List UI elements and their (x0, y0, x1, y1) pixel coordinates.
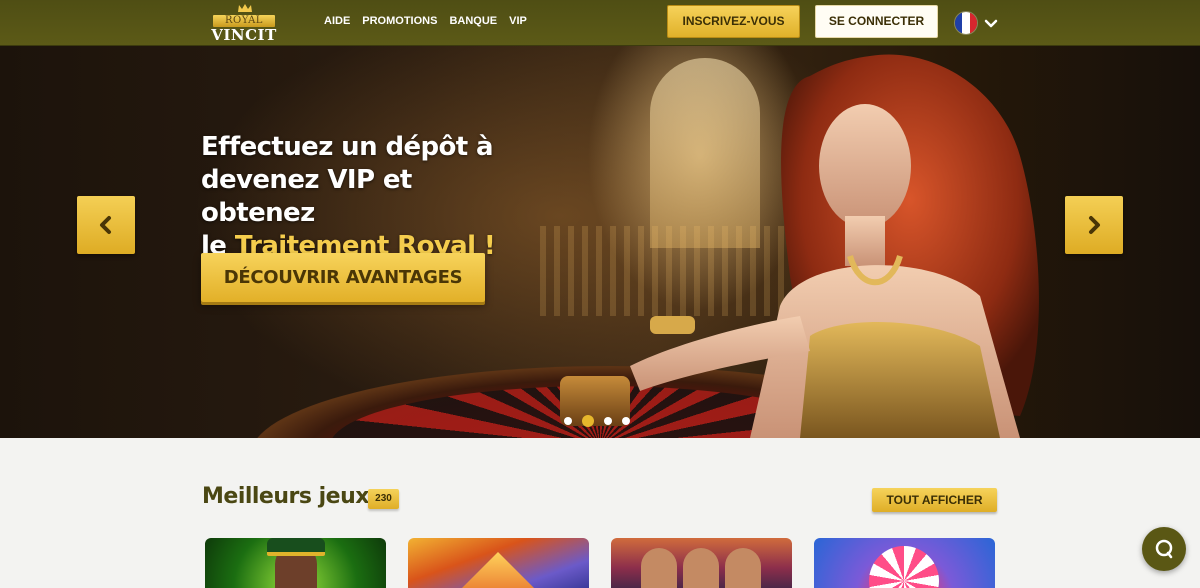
games-count-badge: 230 (368, 489, 399, 509)
game-thumbnail-volcano (438, 552, 558, 588)
carousel-dot[interactable] (582, 415, 594, 427)
game-card[interactable] (611, 538, 792, 588)
hero-headline-line-1: Effectuez un dépôt à (201, 132, 494, 162)
carousel-dot[interactable] (564, 417, 572, 425)
section-title: Meilleurs jeux (202, 484, 369, 509)
game-thumbnail-characters (641, 548, 761, 588)
show-all-button[interactable]: TOUT AFFICHER (872, 488, 997, 512)
login-button[interactable]: SE CONNECTER (815, 5, 938, 38)
discover-benefits-button[interactable]: DÉCOUVRIR AVANTAGES (201, 253, 485, 302)
carousel-next-button[interactable] (1065, 196, 1123, 254)
register-button[interactable]: INSCRIVEZ-VOUS (667, 5, 800, 38)
chevron-right-icon (1089, 216, 1100, 234)
top-header: ROYAL VINCIT AIDE PROMOTIONS BANQUE VIP … (0, 0, 1200, 46)
chevron-left-icon (100, 216, 111, 234)
game-thumbnail-hat (267, 538, 325, 556)
game-card[interactable] (408, 538, 589, 588)
crown-icon (238, 4, 252, 12)
hero-headline-line-2: devenez VIP et obtenez (201, 165, 412, 228)
game-card[interactable] (205, 538, 386, 588)
main-nav: AIDE PROMOTIONS BANQUE VIP (324, 14, 527, 28)
carousel-dots (564, 415, 630, 427)
royal-vincit-logo[interactable]: ROYAL VINCIT (211, 4, 277, 44)
nav-link-banque[interactable]: BANQUE (449, 14, 497, 28)
carousel-dot[interactable] (622, 417, 630, 425)
nav-link-promotions[interactable]: PROMOTIONS (362, 14, 437, 28)
hero-woman-image (630, 54, 1039, 438)
france-flag-icon[interactable] (954, 11, 978, 35)
logo-vincit-text: VINCIT (211, 26, 277, 44)
hero-headline: Effectuez un dépôt à devenez VIP et obte… (201, 131, 531, 263)
game-thumbnail-candy (869, 546, 939, 588)
chevron-down-icon[interactable] (983, 15, 999, 31)
hero-banner: Effectuez un dépôt à devenez VIP et obte… (0, 46, 1200, 438)
nav-link-aide[interactable]: AIDE (324, 14, 350, 28)
carousel-prev-button[interactable] (77, 196, 135, 254)
carousel-dot[interactable] (604, 417, 612, 425)
nav-link-vip[interactable]: VIP (509, 14, 527, 28)
game-card[interactable] (814, 538, 995, 588)
chat-button[interactable] (1142, 527, 1186, 571)
chat-bubble-icon (1155, 539, 1173, 559)
